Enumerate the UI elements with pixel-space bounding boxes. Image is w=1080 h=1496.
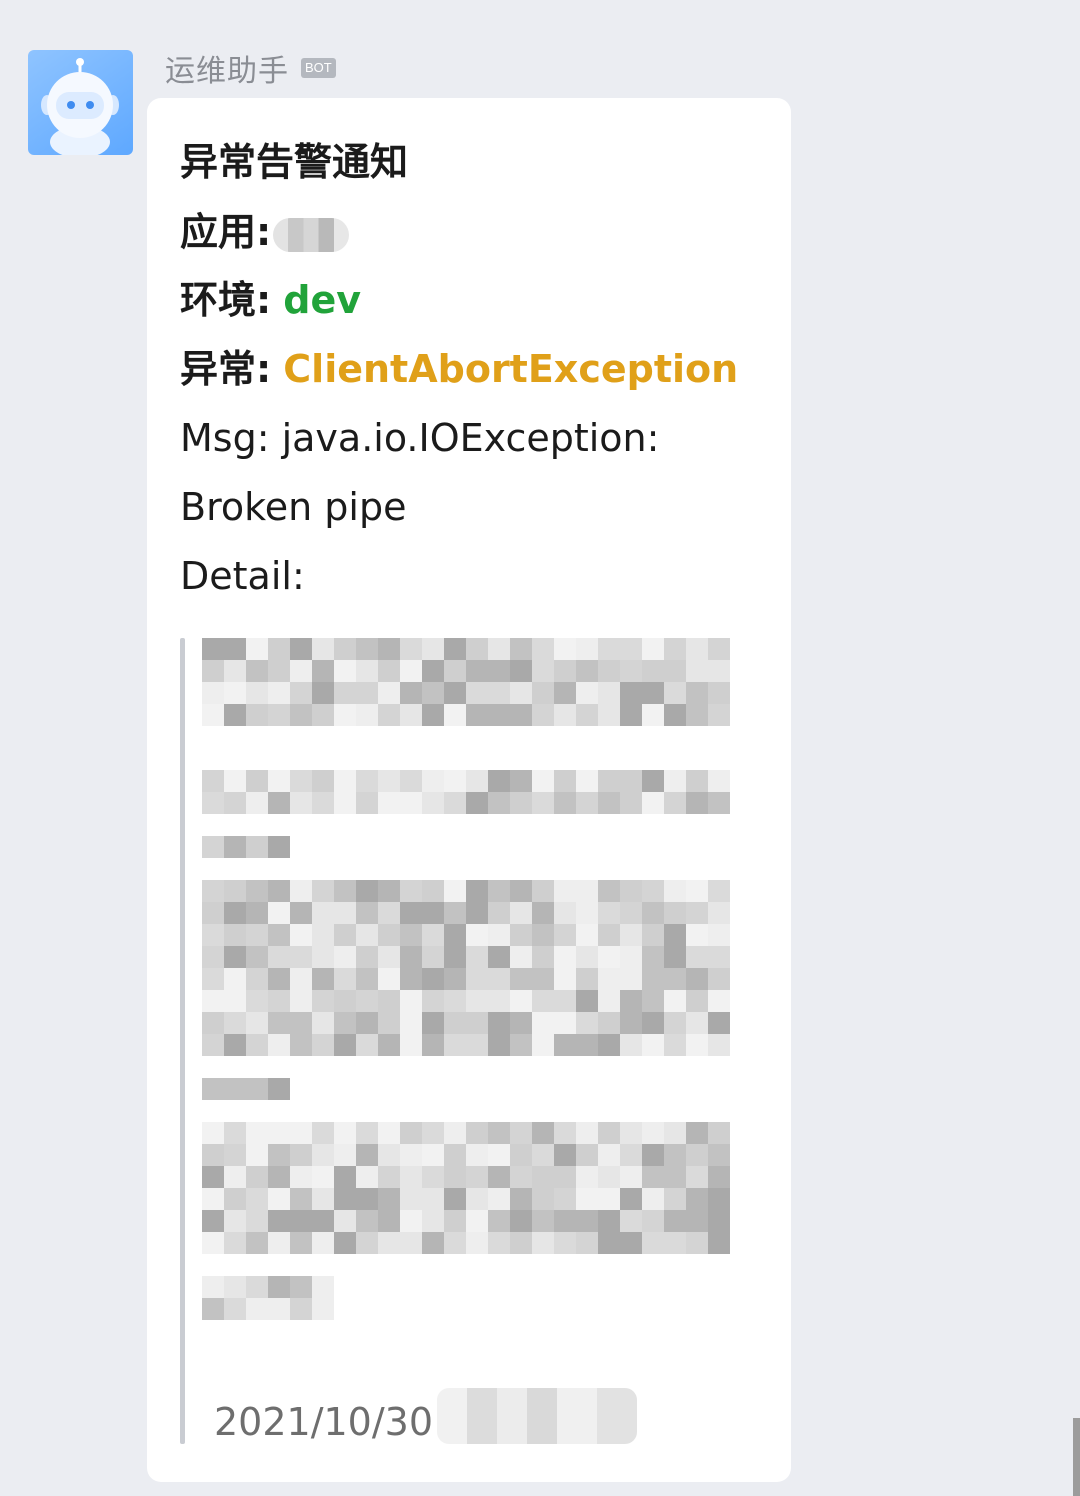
redacted-line [202,968,730,990]
redacted-line [202,770,730,792]
redacted-line [202,1276,334,1298]
redacted-line [202,1298,334,1320]
redacted-line [202,1188,730,1210]
redacted-line [202,902,730,924]
robot-icon [41,58,119,155]
scrollbar-thumb[interactable] [1073,1418,1080,1496]
sender-name[interactable]: 运维助手 [165,46,289,90]
redacted-line [202,1166,730,1188]
msg-line-2: Broken pipe [180,485,407,529]
redacted-line [202,836,290,858]
redacted-line [202,1232,730,1254]
redacted-line [202,880,730,902]
exception-value: ClientAbortException [283,347,739,391]
timestamp-redacted [437,1388,637,1444]
bot-avatar[interactable] [28,50,133,155]
redacted-line [202,1012,730,1034]
env-row: 环境: dev [180,272,361,328]
redacted-line [202,946,730,968]
redacted-line [202,682,730,704]
exception-label: 异常: [180,347,272,391]
redacted-line [202,924,730,946]
timestamp: 2021/10/30 [214,1400,434,1444]
chat-view: 运维助手 BOT 异常告警通知 应用: 环境: dev 异常: ClientAb… [0,0,1080,1496]
exception-row: 异常: ClientAbortException [180,341,738,397]
env-value: dev [283,278,362,322]
msg-line-1: Msg: java.io.IOException: [180,416,660,460]
app-value-redacted [273,217,350,252]
env-label: 环境: [180,278,272,322]
redacted-line [202,660,730,682]
alert-title: 异常告警通知 [180,140,409,184]
redacted-line [202,1210,730,1232]
redacted-line [202,1078,290,1100]
redacted-line [202,1144,730,1166]
redacted-line [202,704,730,726]
bot-badge: BOT [301,58,336,78]
message-bubble[interactable]: 异常告警通知 应用: 环境: dev 异常: ClientAbortExcept… [147,98,791,1482]
app-label: 应用: [180,210,272,254]
redacted-line [202,990,730,1012]
app-row: 应用: [180,204,350,260]
redacted-line [202,1122,730,1144]
redacted-line [202,638,730,660]
quote-bar [180,638,185,1444]
sender-header: 运维助手 BOT [165,46,336,90]
redacted-line [202,1034,730,1056]
redacted-line [202,792,730,814]
detail-label: Detail: [180,554,305,598]
